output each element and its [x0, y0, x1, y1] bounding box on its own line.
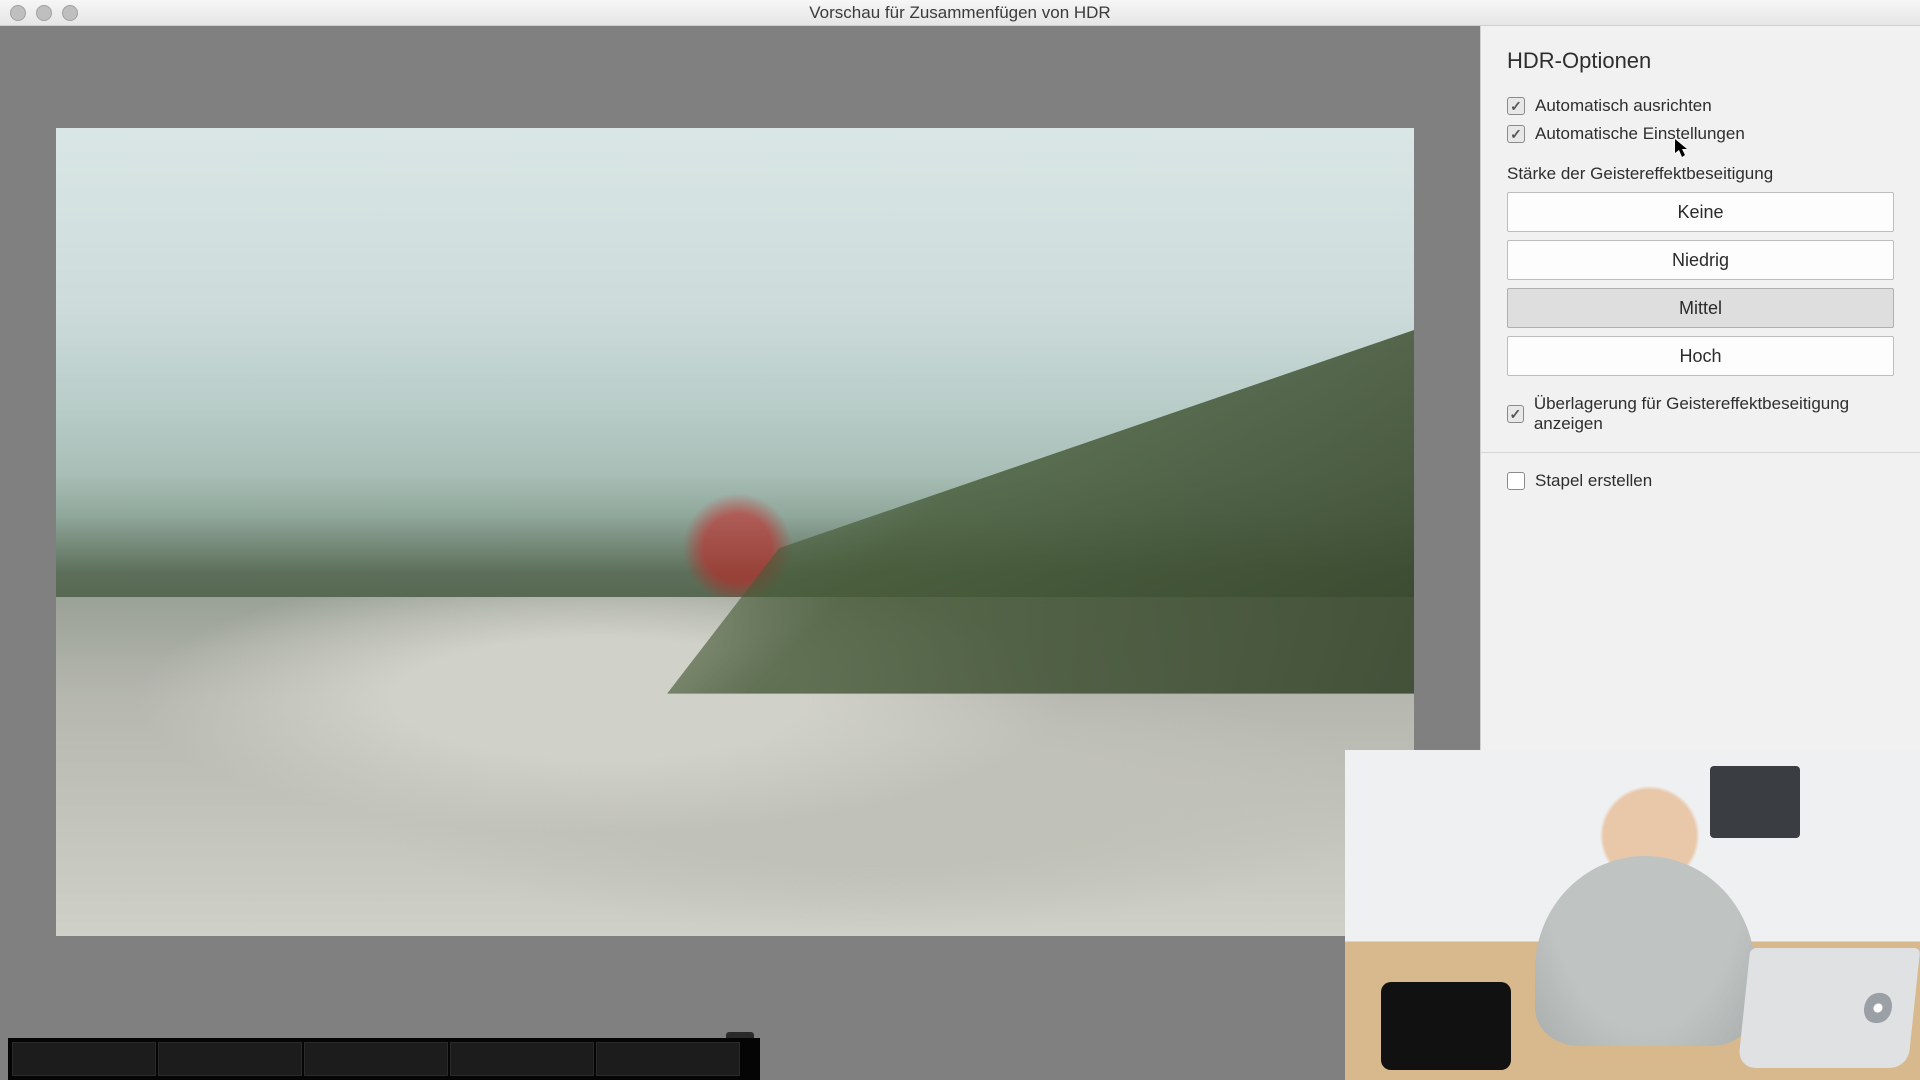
desk-laptop	[1738, 948, 1920, 1068]
deghost-none-button[interactable]: Keine	[1507, 192, 1894, 232]
preview-pane	[0, 26, 1480, 1080]
panel-divider	[1481, 452, 1920, 453]
window-traffic-lights	[10, 5, 78, 21]
auto-align-checkbox[interactable]	[1507, 97, 1525, 115]
filmstrip-thumb[interactable]	[596, 1042, 740, 1076]
filmstrip-thumb[interactable]	[158, 1042, 302, 1076]
auto-settings-checkbox[interactable]	[1507, 125, 1525, 143]
window-titlebar: Vorschau für Zusammenfügen von HDR	[0, 0, 1920, 26]
zoom-window-icon[interactable]	[62, 5, 78, 21]
deghost-mid-button[interactable]: Mittel	[1507, 288, 1894, 328]
filmstrip[interactable]	[8, 1038, 760, 1080]
presenter-webcam-overlay	[1345, 750, 1920, 1080]
filmstrip-thumb[interactable]	[12, 1042, 156, 1076]
auto-settings-label: Automatische Einstellungen	[1535, 124, 1745, 144]
desk-camera	[1381, 982, 1511, 1070]
show-deghost-overlay-label: Überlagerung für Geistereffektbeseitigun…	[1534, 394, 1894, 434]
create-stack-label: Stapel erstellen	[1535, 471, 1652, 491]
window-title: Vorschau für Zusammenfügen von HDR	[809, 3, 1110, 23]
deghost-strength-label: Stärke der Geistereffektbeseitigung	[1507, 164, 1894, 184]
minimize-window-icon[interactable]	[36, 5, 52, 21]
show-deghost-overlay-checkbox[interactable]	[1507, 405, 1524, 423]
auto-align-label: Automatisch ausrichten	[1535, 96, 1712, 116]
hdr-preview-image[interactable]	[56, 128, 1414, 936]
deghost-strength-group: Keine Niedrig Mittel Hoch	[1507, 192, 1894, 376]
wall-picture-frame	[1710, 766, 1800, 838]
close-window-icon[interactable]	[10, 5, 26, 21]
create-stack-checkbox[interactable]	[1507, 472, 1525, 490]
presenter-person	[1535, 856, 1755, 1046]
filmstrip-thumb[interactable]	[304, 1042, 448, 1076]
panel-heading: HDR-Optionen	[1507, 48, 1894, 74]
filmstrip-thumb[interactable]	[450, 1042, 594, 1076]
deghost-low-button[interactable]: Niedrig	[1507, 240, 1894, 280]
deghost-high-button[interactable]: Hoch	[1507, 336, 1894, 376]
